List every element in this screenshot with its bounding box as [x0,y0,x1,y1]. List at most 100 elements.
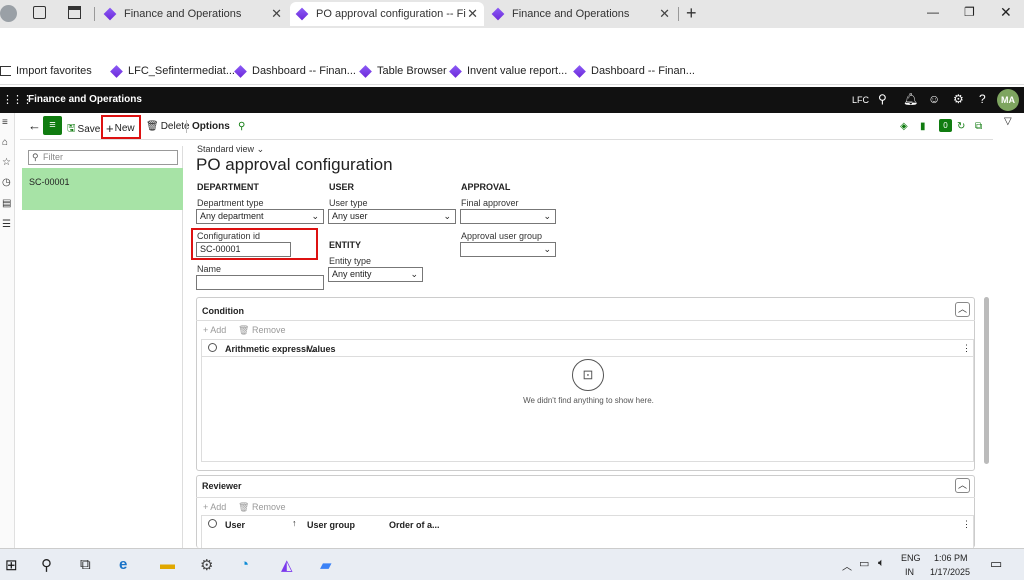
settings-gear-icon[interactable]: ⚙ [200,556,213,574]
select-all-radio[interactable] [208,343,217,352]
help-icon[interactable]: ? [979,92,986,106]
chevron-up-icon[interactable]: ︿ [842,558,852,573]
windows-start-icon[interactable]: ⊞ [5,556,18,574]
search-icon: ⚲ [32,152,39,162]
workspace-icon[interactable]: ▤ [2,198,11,209]
clock-date[interactable]: 1/17/2025 [930,567,970,577]
office-icon[interactable]: ▮ [920,121,926,132]
close-tab-icon[interactable]: ✕ [467,6,478,22]
remove-label: Remove [251,325,286,335]
chevron-down-icon: ⌄ [256,144,265,154]
user-type-dropdown[interactable]: Any user ⌄ [328,209,456,224]
attachments-badge[interactable]: 0 [939,119,952,132]
favorite-item[interactable]: Dashboard -- Finan... [573,64,695,78]
ie-icon[interactable]: e [119,556,127,573]
power-apps-icon[interactable]: ◈ [900,121,908,132]
close-tab-icon[interactable]: ✕ [659,6,670,22]
volume-icon[interactable]: 🔈︎ [878,557,885,570]
view-selector[interactable]: Standard view ⌄ [197,144,264,155]
reviewer-remove-button[interactable]: 🗑︎ Remove [238,502,285,513]
bell-icon[interactable]: 🔔︎ [903,92,918,106]
file-explorer-icon[interactable]: ▬ [160,556,175,573]
filter-input[interactable]: ⚲ Filter [28,150,178,165]
gear-icon[interactable]: ⚙ [953,92,964,106]
browser-tab-2[interactable]: PO approval configuration -- Fina ✕ [290,2,484,26]
notifications-icon[interactable]: ▭ [990,556,1002,572]
avatar[interactable]: MA [997,89,1019,111]
list-item[interactable]: SC-00001 [22,168,183,210]
hamburger-icon[interactable]: ≡ [2,117,8,128]
favorite-item[interactable]: Dashboard -- Finan... [234,64,356,78]
home-icon[interactable]: ⌂ [2,137,8,148]
finance-app-icon [491,7,505,21]
scrollbar[interactable] [984,297,989,464]
language-primary[interactable]: ENG [901,553,921,563]
plus-icon: + [203,325,209,335]
favorite-item[interactable]: LFC_Sefintermediat... [110,64,235,78]
filter-icon[interactable]: ▽ [1004,116,1012,127]
entity-type-dropdown[interactable]: Any entity ⌄ [328,267,423,282]
save-button[interactable]: 🖫︎ Save [67,121,100,138]
condition-remove-button[interactable]: 🗑︎ Remove [238,325,285,336]
select-all-radio[interactable] [208,519,217,528]
search-icon[interactable]: ⚲ [878,92,887,106]
plus-icon: + [203,502,209,512]
smiley-icon[interactable]: ☺ [928,92,940,106]
condition-add-button[interactable]: + Add [203,325,226,335]
more-options-icon[interactable]: ⋮ [962,519,971,530]
collapse-reviewer-button[interactable]: ︿ [955,478,970,493]
column-header[interactable]: Arithmetic expressi... [225,344,316,354]
workspaces-icon[interactable] [33,6,46,19]
close-tab-icon[interactable]: ✕ [271,6,282,22]
delete-button[interactable]: 🗑︎ Delete [146,121,190,132]
favorite-import[interactable]: Import favorites [0,65,92,77]
column-header[interactable]: User group [307,520,355,530]
options-tab[interactable]: Options [192,121,230,132]
favorite-item[interactable]: Table Browser [359,64,447,78]
refresh-icon[interactable]: ↻ [957,121,965,132]
department-type-value: Any department [200,211,264,221]
new-tab-icon[interactable]: + [686,3,697,24]
chevron-down-icon: ⌄ [443,211,451,221]
open-new-window-icon[interactable]: ⧉ [975,121,982,132]
name-label: Name [197,264,222,274]
collapse-condition-button[interactable]: ︿ [955,302,970,317]
profile-avatar-icon[interactable] [0,5,17,22]
close-window-icon[interactable]: ✕ [1000,4,1012,21]
address-bar[interactable] [0,28,1024,60]
visual-studio-icon[interactable]: ◭ [281,556,293,574]
clock-time[interactable]: 1:06 PM [934,553,968,563]
search-icon[interactable]: ⚲ [41,556,52,574]
network-icon[interactable]: ▭ [859,557,869,570]
minimize-icon[interactable]: — [927,5,939,19]
name-field[interactable] [196,275,324,290]
list-toggle-button[interactable]: ≡ [43,116,62,135]
more-options-icon[interactable]: ⋮ [962,343,971,354]
filter-placeholder: Filter [43,152,63,162]
tab-actions-icon[interactable] [68,6,81,19]
column-header[interactable]: Values [307,344,336,354]
modules-icon[interactable]: ☰ [2,219,11,230]
department-type-dropdown[interactable]: Any department ⌄ [196,209,324,224]
save-icon: 🖫︎ [67,123,76,134]
browser-tab-3[interactable]: Finance and Operations ✕ [486,2,676,26]
task-view-icon[interactable]: ⧉ [80,556,91,573]
clock-icon[interactable]: ◷ [2,177,11,188]
browser-tab-1[interactable]: Finance and Operations ✕ [98,2,288,26]
app-icon[interactable]: ▰ [320,556,332,574]
list-icon: ≡ [49,119,56,131]
approval-user-group-dropdown[interactable]: ⌄ [460,242,556,257]
column-header[interactable]: User [225,520,245,530]
edge-icon[interactable]: ◔ [240,556,249,573]
company-picker[interactable]: LFC [852,95,869,105]
finance-app-icon [359,64,372,78]
favorite-item[interactable]: Invent value report... [449,64,567,78]
reviewer-add-button[interactable]: + Add [203,502,226,512]
search-icon[interactable]: ⚲ [238,121,245,132]
back-icon[interactable]: ← [28,118,41,133]
restore-icon[interactable]: ❐ [964,5,975,19]
star-icon[interactable]: ☆ [2,157,11,168]
column-header[interactable]: Order of a... [389,520,440,530]
language-secondary[interactable]: IN [905,567,914,577]
final-approver-dropdown[interactable]: ⌄ [460,209,556,224]
